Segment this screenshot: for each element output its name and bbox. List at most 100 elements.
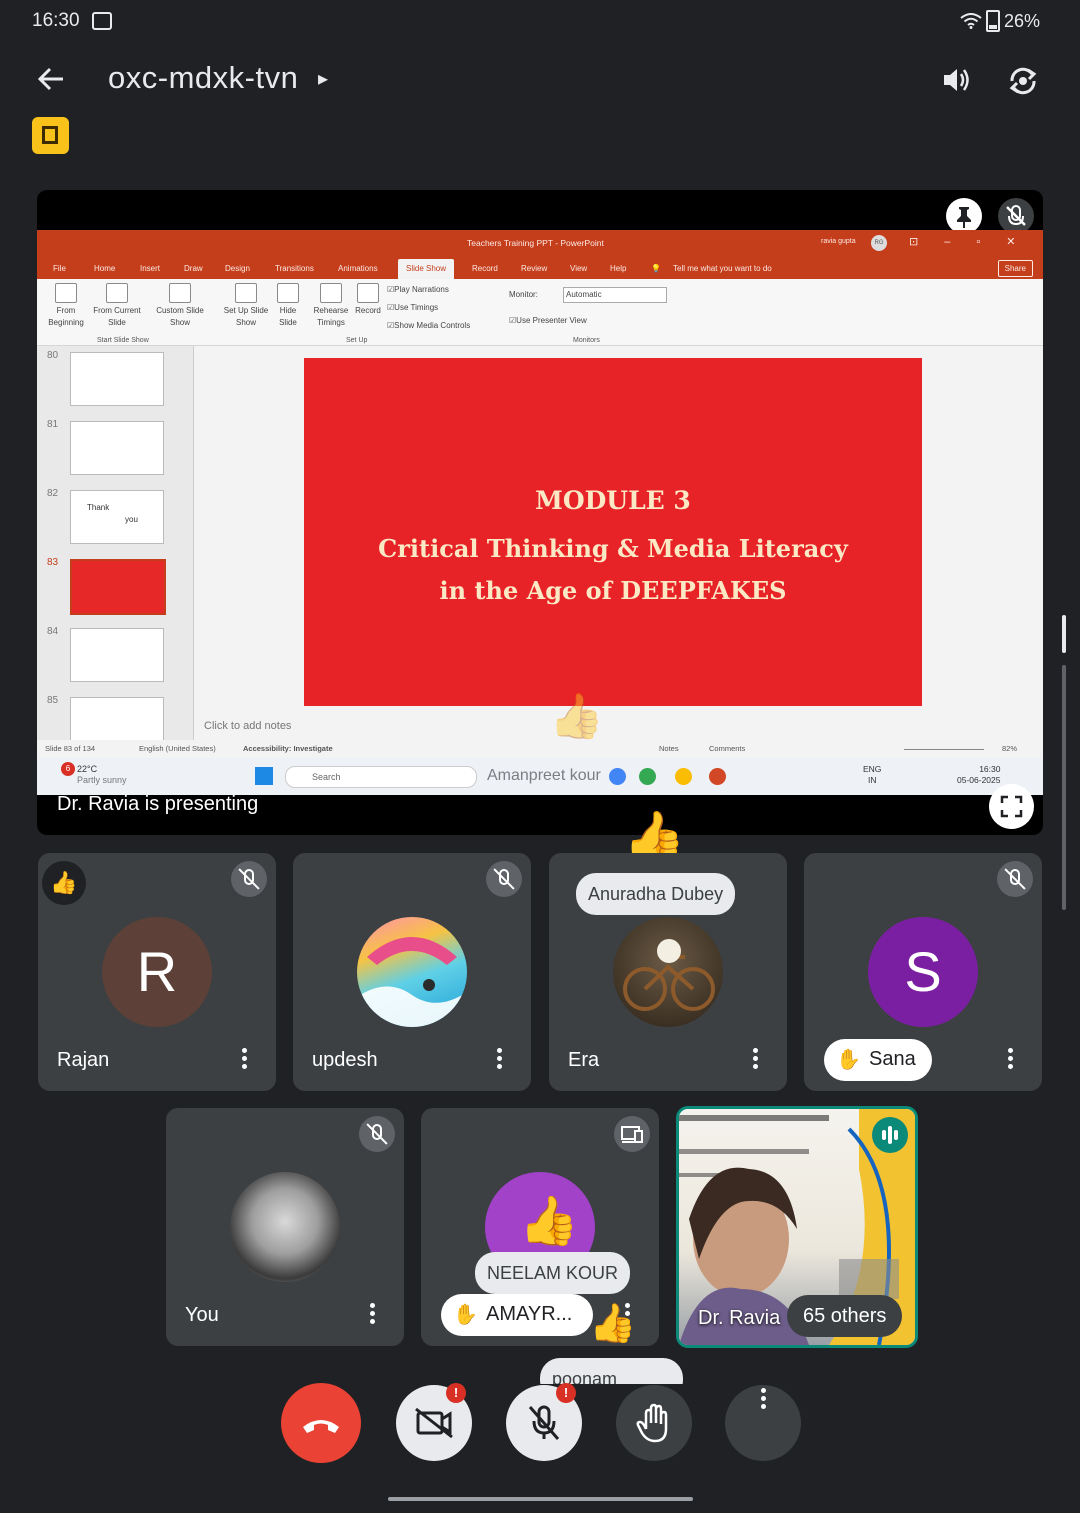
- taskbar-clock: 16:30 05-06-2025: [957, 764, 1000, 786]
- more-options-icon[interactable]: [367, 1300, 377, 1330]
- participant-tile-amayr[interactable]: 👍 NEELAM KOUR ✋ AMAYR... 👍: [421, 1108, 659, 1346]
- ppt-from-current: From Current Slide: [89, 283, 145, 329]
- others-count-pill[interactable]: 65 others: [787, 1295, 903, 1337]
- switch-camera-icon: [1009, 67, 1037, 95]
- speaker-name-chip: poonam jamwal: [540, 1358, 683, 1384]
- ppt-menu-help: Help: [610, 264, 627, 273]
- mic-off-icon: [359, 1116, 395, 1152]
- raised-hand-icon: ✋: [836, 1049, 861, 1071]
- more-options-button[interactable]: [725, 1385, 801, 1461]
- avatar-self-photo: [230, 1172, 340, 1282]
- ppt-window-title: Teachers Training PPT - PowerPoint: [467, 238, 604, 248]
- speaker-name-chip: Anuradha Dubey: [576, 873, 736, 915]
- slide-subtitle-line2: in the Age of DEEPFAKES: [439, 576, 787, 605]
- ppt-group-setup: Set Up: [346, 337, 368, 344]
- gesture-nav-bar[interactable]: [388, 1497, 693, 1501]
- switch-camera-button[interactable]: [1004, 62, 1042, 100]
- ppt-presenter-view: Use Presenter View: [509, 316, 587, 325]
- slide-thumbnail: [70, 352, 164, 406]
- taskbar-search: Search: [285, 766, 477, 788]
- slideshow-icon: [106, 283, 128, 303]
- speaker-button[interactable]: [938, 62, 974, 98]
- ppt-language: English (United States): [139, 744, 216, 753]
- powerpoint-window: Teachers Training PPT - PowerPoint ravia…: [37, 230, 1043, 795]
- custom-show-icon: [169, 283, 191, 303]
- slideshow-icon: [55, 283, 77, 303]
- participant-name: You: [185, 1304, 219, 1326]
- meeting-details-arrow-icon[interactable]: ▸: [318, 66, 328, 91]
- weather-desc: Partly sunny: [77, 775, 127, 785]
- ppt-tell-me: Tell me what you want to do: [673, 264, 772, 273]
- participant-name: Dr. Ravia: [698, 1307, 781, 1329]
- meeting-code[interactable]: oxc-mdxk-tvn: [108, 60, 298, 96]
- status-right: 26%: [960, 10, 1040, 32]
- back-button[interactable]: [36, 64, 68, 96]
- participant-name: updesh: [312, 1049, 378, 1071]
- ppt-rehearse: Rehearse Timings: [309, 283, 353, 329]
- mic-off-icon: [231, 861, 267, 897]
- participant-tile-dr-ravia[interactable]: Dr. Ravia 65 others: [676, 1106, 918, 1348]
- more-options-icon[interactable]: [239, 1045, 249, 1075]
- windows-start-icon: [255, 767, 273, 785]
- scrollbar[interactable]: [1062, 615, 1066, 910]
- slide-number: 83: [47, 557, 59, 568]
- camera-alert-badge: !: [446, 1383, 466, 1403]
- ppt-menu-draw: Draw: [184, 264, 203, 273]
- participant-tile-era[interactable]: Anuradha Dubey Era: [549, 853, 787, 1091]
- presenter-mic-off-icon: [998, 198, 1034, 234]
- ppt-setup-show: Set Up Slide Show: [221, 283, 271, 329]
- participant-tile-sana[interactable]: S ✋ Sana: [804, 853, 1042, 1091]
- more-options-icon[interactable]: [750, 1045, 760, 1075]
- ppt-group-monitors: Monitors: [573, 337, 600, 344]
- ppt-slide-thumbnails: 80 81 82 Thank you 83 84 85: [37, 346, 194, 776]
- speaking-indicator-icon: [872, 1117, 908, 1153]
- camera-toggle-button[interactable]: !: [396, 1383, 472, 1461]
- weather-temp: 22°C: [77, 764, 98, 774]
- arrow-left-icon: [37, 67, 63, 91]
- speaker-icon: [944, 69, 969, 91]
- presentation-stage[interactable]: Teachers Training PPT - PowerPoint ravia…: [37, 190, 1043, 835]
- record-icon: [357, 283, 379, 303]
- slide-number: 84: [47, 626, 59, 637]
- ppt-menu-design: Design: [225, 264, 250, 273]
- ppt-menu-slide-show: Slide Show: [398, 259, 455, 279]
- more-options-icon[interactable]: [494, 1045, 504, 1075]
- more-options-icon[interactable]: [1005, 1045, 1015, 1075]
- slide-number: 80: [47, 350, 59, 361]
- battery-icon: [985, 10, 1000, 32]
- ppt-notes-button: Notes: [659, 744, 679, 753]
- avatar: R: [102, 917, 212, 1027]
- presenting-device-icon: [614, 1116, 650, 1152]
- status-time: 16:30: [32, 10, 80, 31]
- participant-tile-you[interactable]: You: [166, 1108, 404, 1346]
- participant-tile-updesh[interactable]: updesh: [293, 853, 531, 1091]
- ppt-monitor-label: Monitor:: [509, 290, 538, 299]
- ppt-zoom-slider: [904, 749, 984, 750]
- lang-region: IN: [867, 775, 877, 785]
- raise-hand-icon: [636, 1403, 668, 1443]
- slide-thumbnail: [70, 421, 164, 475]
- avatar-bicycle-photo: [613, 917, 723, 1027]
- participant-tile-rajan[interactable]: 👍 R Rajan: [38, 853, 276, 1091]
- fullscreen-button[interactable]: [989, 784, 1034, 829]
- pin-button[interactable]: [946, 198, 982, 234]
- ppt-menu-insert: Insert: [140, 264, 161, 273]
- clock-time: 16:30: [979, 764, 1001, 774]
- hand-raised-name-pill: ✋ AMAYR...: [441, 1294, 593, 1336]
- slide-title: MODULE 3: [535, 486, 691, 515]
- more-vert-icon: [725, 1388, 801, 1409]
- ppt-hide-slide: Hide Slide: [273, 283, 303, 329]
- end-call-button[interactable]: [281, 1383, 361, 1463]
- participant-name: Era: [568, 1049, 600, 1071]
- host-controls-icon[interactable]: [32, 117, 69, 154]
- thumb-text: you: [125, 515, 138, 524]
- ppt-group-start: Start Slide Show: [97, 337, 149, 344]
- participant-name: Rajan: [57, 1049, 110, 1071]
- raise-hand-button[interactable]: [616, 1385, 692, 1461]
- mic-toggle-button[interactable]: !: [506, 1383, 582, 1461]
- ppt-comments-button: Comments: [709, 744, 746, 753]
- ppt-user-name: ravia gupta: [821, 238, 856, 245]
- thumbs-up-reaction: 👍: [549, 692, 604, 741]
- wifi-icon: [960, 13, 982, 29]
- raised-hand-icon: ✋: [453, 1304, 478, 1326]
